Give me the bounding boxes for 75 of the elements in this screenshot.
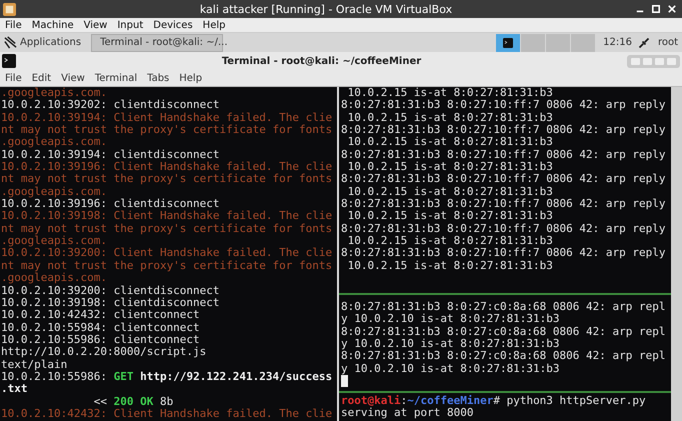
menu-item[interactable]: File — [0, 72, 27, 84]
terminal-line: .googleapis.com. — [1, 272, 107, 284]
menu-item[interactable]: Help — [174, 72, 208, 84]
applications-menu[interactable]: Applications — [0, 33, 86, 52]
terminal-line: 10.0.2.15 is-at 8:0:27:81:31:b3 — [346, 186, 553, 198]
terminal-line: nt may not trust the proxy's certificate for fonts — [1, 124, 332, 136]
terminal-line: 10.0.2.10:39200: clientdisconnect — [1, 284, 220, 297]
menu-item[interactable]: Input — [112, 20, 148, 30]
terminal-line: nt may not trust the proxy's certificate for fonts — [1, 173, 332, 186]
terminal-line: .googleapis.com. — [1, 235, 107, 248]
terminal-line: 10.0.2.10:42432: Client Handshake failed. The clie — [1, 408, 332, 420]
scrollbar[interactable] — [671, 87, 682, 421]
menu-item[interactable]: Machine — [26, 20, 79, 30]
terminal-line: .googleapis.com. — [1, 87, 107, 100]
menu-item[interactable]: Terminal — [90, 72, 142, 84]
app-icon — [3, 2, 16, 16]
terminal-line: .txt — [1, 383, 28, 396]
terminal-line: y 10.0.2.10 is-at 8:0:27:81:31:b3 — [341, 313, 560, 326]
menu-item[interactable]: File — [0, 20, 27, 30]
menu-item[interactable]: Tabs — [142, 72, 174, 84]
terminal-line: 10.0.2.15 is-at 8:0:27:81:31:b3 — [346, 260, 553, 272]
workspace-button[interactable] — [496, 34, 520, 52]
menu-item[interactable]: Edit — [26, 72, 56, 84]
clock: 12:16 — [603, 37, 632, 48]
menu-item[interactable]: Help — [198, 20, 230, 30]
terminal-line: 10.0.2.10:55986: GET http://92.122.241.234/success — [1, 370, 332, 384]
terminal-line: 8:0:27:81:31:b3 8:0:27:10:ff:7 0806 42: arp reply — [341, 198, 666, 210]
menu-item[interactable]: View — [78, 20, 112, 30]
window-title: kali attacker [Running] - Oracle VM VirtualBox — [198, 2, 454, 16]
terminal-line: 10.0.2.10:39200: Client Handshake failed. The clie — [1, 247, 332, 260]
menu-item[interactable]: Devices — [148, 20, 198, 30]
close-icon[interactable] — [668, 5, 676, 13]
terminal-title: Terminal - root@kali: ~/coffeeMiner — [220, 56, 422, 66]
terminal-line: 8:0:27:81:31:b3 8:0:27:10:ff:7 0806 42: arp reply — [341, 247, 666, 260]
terminal-line: 10.0.2.15 is-at 8:0:27:81:31:b3 — [346, 136, 553, 149]
terminal-line: 10.0.2.10:39196: Client Handshake failed. The clie — [1, 161, 332, 174]
terminal-line: 10.0.2.10:39194: Client Handshake failed. The clie — [1, 112, 332, 124]
terminal-line: 10.0.2.15 is-at 8:0:27:81:31:b3 — [346, 161, 553, 174]
terminal-icon — [503, 38, 514, 48]
terminal-line: y 10.0.2.10 is-at 8:0:27:81:31:b3 — [341, 362, 560, 376]
terminal-line: 10.0.2.10:39198: Client Handshake failed. The clie — [1, 210, 332, 223]
terminal-line: 10.0.2.15 is-at 8:0:27:81:31:b3 — [346, 235, 553, 248]
terminal-line: 10.0.2.15 is-at 8:0:27:81:31:b3 — [346, 210, 553, 223]
terminal-line: 8:0:27:81:31:b3 8:0:27:10:ff:7 0806 42: arp reply — [341, 173, 666, 186]
terminal-line: nt may not trust the proxy's certificate for fonts — [1, 260, 332, 272]
terminal-line: http://10.0.2.20:8000/script.js — [1, 346, 206, 359]
terminal-line: 10.0.2.10:39194: clientdisconnect — [1, 148, 220, 162]
terminal-line: serving at port 8000 — [341, 407, 474, 420]
terminal-line: root@kali:~/coffeeMiner# python3 httpServer.py — [341, 395, 646, 408]
menu-item[interactable]: View — [56, 72, 90, 84]
terminal-line: 8:0:27:81:31:b3 8:0:27:10:ff:7 0806 42: arp reply — [341, 124, 666, 136]
terminal-line: 10.0.2.10:39198: clientdisconnect — [1, 296, 220, 310]
terminal-line: 8:0:27:81:31:b3 8:0:27:10:ff:7 0806 42: arp reply — [341, 99, 666, 112]
terminal-line: 8:0:27:81:31:b3 8:0:27:10:ff:7 0806 42: arp reply — [341, 222, 666, 236]
terminal-line: 8:0:27:81:31:b3 8:0:27:10:ff:7 0806 42: arp reply — [341, 148, 666, 162]
network-icon[interactable] — [638, 36, 650, 48]
terminal-line: y 10.0.2.10 is-at 8:0:27:81:31:b3 — [341, 338, 560, 350]
terminal-line: 8:0:27:81:31:b3 8:0:27:c0:8a:68 0806 42: arp repl — [341, 350, 666, 363]
terminal-line: 10.0.2.15 is-at 8:0:27:81:31:b3 — [346, 87, 553, 100]
maximize-icon[interactable] — [652, 5, 660, 13]
terminal-line: 10.0.2.10:39196: clientdisconnect — [1, 198, 220, 210]
terminal-line: nt may not trust the proxy's certificate for fonts — [1, 222, 332, 236]
terminal-line: 10.0.2.15 is-at 8:0:27:81:31:b3 — [346, 112, 553, 124]
terminal-line: .googleapis.com. — [1, 136, 107, 149]
terminal-line: << 200 OK 8b — [92, 396, 174, 408]
terminal-line: 8:0:27:81:31:b3 8:0:27:c0:8a:68 0806 42: arp repl — [341, 301, 666, 314]
user-name[interactable]: root — [658, 37, 678, 48]
terminal-line: 10.0.2.10:55986: clientconnect — [1, 334, 200, 346]
terminal-line: text/plain — [1, 358, 68, 371]
terminal-line: 10.0.2.10:39202: clientdisconnect — [1, 99, 220, 112]
terminal-line: .googleapis.com. — [1, 186, 107, 198]
terminal-line: 10.0.2.10:55984: clientconnect — [1, 322, 200, 334]
terminal-line: 10.0.2.10:42432: clientconnect — [1, 309, 200, 322]
terminal-line: 8:0:27:81:31:b3 8:0:27:c0:8a:68 0806 42: arp repl — [341, 326, 666, 338]
terminal-pane[interactable]: root@kali:~/coffeeMiner# python3 httpServer.py serving at port 8000 — [339, 391, 671, 421]
